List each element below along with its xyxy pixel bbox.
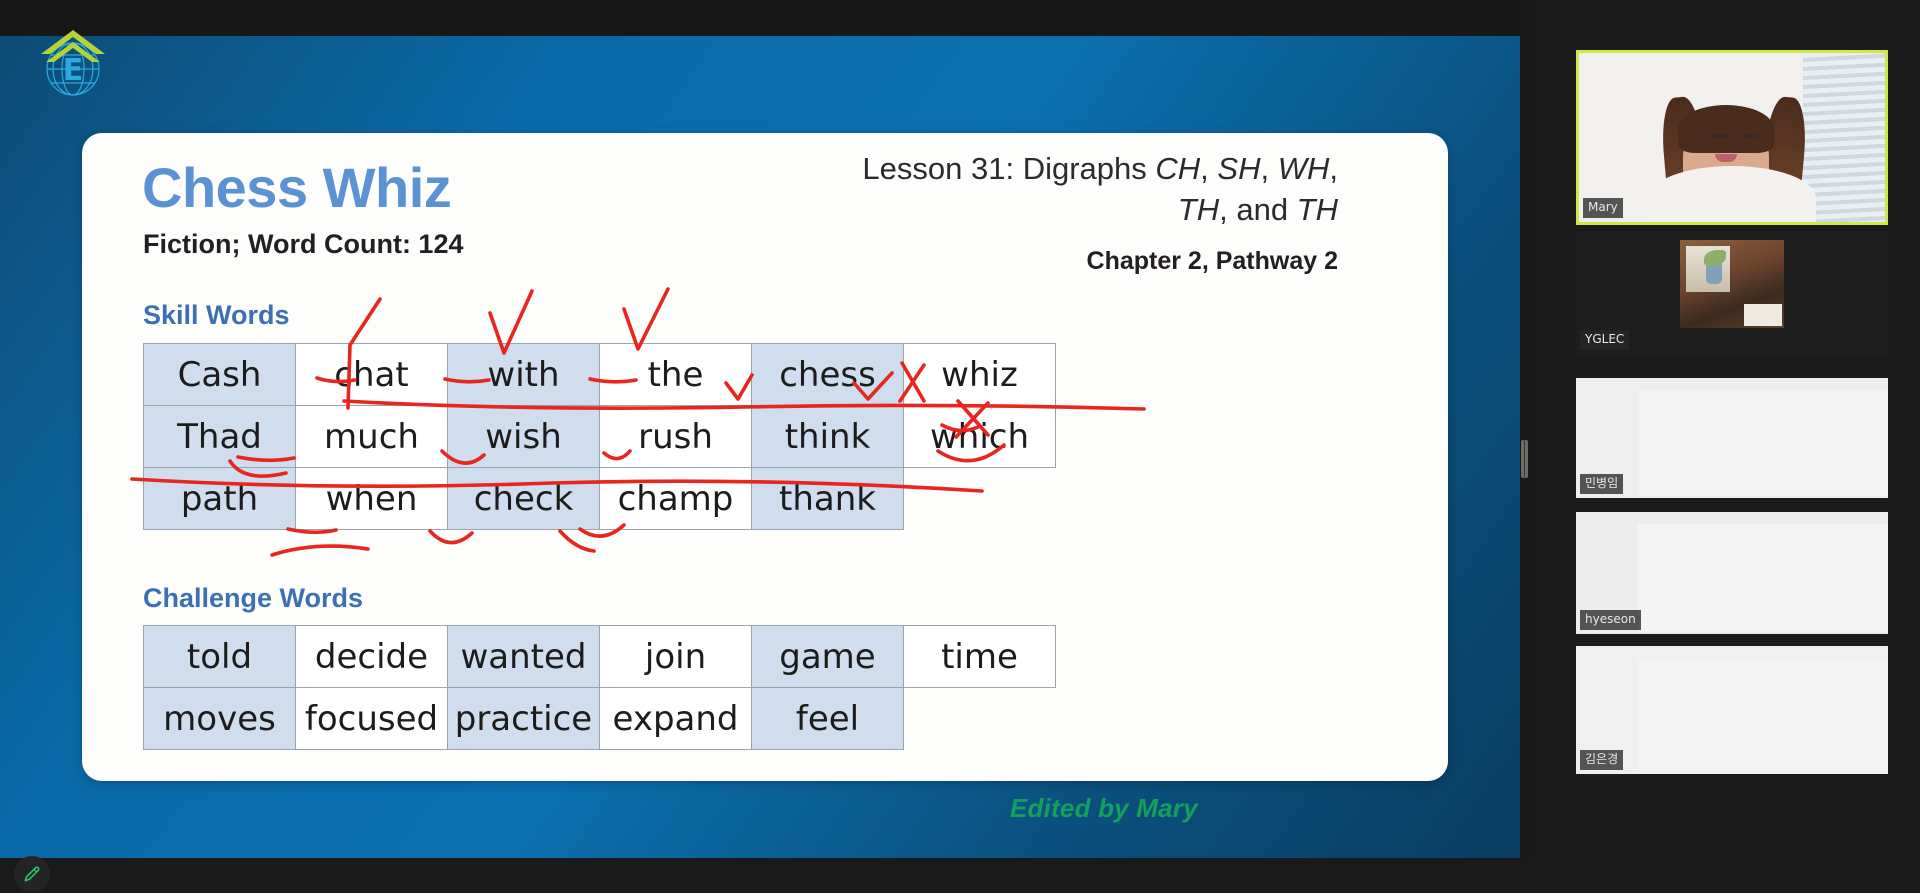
skill-word-cell-empty: [904, 468, 1056, 530]
skill-word-cell: rush: [599, 405, 752, 468]
skill-word-cell: the: [599, 343, 752, 406]
meeting-screen-share-window: E Chess Whiz Fiction; Word Count: 124 Le…: [0, 0, 1920, 893]
skill-word-cell: much: [295, 405, 448, 468]
avatar-thumbnail: [1680, 240, 1784, 328]
challenge-word-cell: wanted: [447, 625, 600, 688]
digraph-th-1: TH: [1177, 191, 1220, 227]
challenge-word-cell: expand: [599, 687, 752, 750]
lesson-comma-2: ,: [1260, 151, 1278, 186]
lesson-comma-3: ,: [1329, 151, 1338, 186]
slide-title: Chess Whiz: [142, 156, 452, 219]
skill-word-cell: with: [447, 343, 600, 406]
skill-word-row: Cash chat with the chess whiz: [143, 343, 1056, 406]
splitter-grip-handle[interactable]: [1521, 440, 1528, 478]
skill-word-cell: chat: [295, 343, 448, 406]
video-tile-kimeunkyung[interactable]: 김은경: [1576, 646, 1888, 774]
challenge-word-row: told decide wanted join game time: [143, 625, 1056, 688]
shared-document-view: [1638, 390, 1888, 496]
skill-word-cell: check: [447, 467, 600, 530]
digraph-wh: WH: [1277, 151, 1330, 186]
skill-word-cell: whiz: [903, 343, 1056, 406]
participant-name-label: 김은경: [1580, 750, 1624, 770]
skill-word-cell: chess: [751, 343, 904, 406]
skill-word-cell: Thad: [143, 405, 296, 468]
challenge-word-row: moves focused practice expand feel: [143, 687, 1056, 750]
skill-words-heading: Skill Words: [143, 300, 290, 330]
stage-top-bar: [0, 0, 1526, 36]
edited-by-credit: Edited by Mary: [1010, 793, 1198, 823]
video-tile-yglec[interactable]: YGLEC: [1576, 232, 1888, 354]
stage-sidebar-splitter[interactable]: [1520, 0, 1530, 858]
avatar-paper: [1744, 304, 1782, 326]
challenge-word-cell-empty: [904, 688, 1056, 750]
video-tile-minbyeongim[interactable]: 민병임: [1576, 378, 1888, 498]
lesson-and: , and: [1219, 191, 1297, 227]
skill-word-cell: think: [751, 405, 904, 468]
challenge-words-table: told decide wanted join game time moves focused…: [143, 625, 1056, 750]
lesson-prefix: Lesson 31: Digraphs: [862, 151, 1156, 186]
challenge-words-heading: Challenge Words: [143, 583, 364, 613]
participant-name-label: 민병임: [1580, 474, 1624, 494]
skill-word-row: Thad much wish rush think which: [143, 405, 1056, 468]
eye-left: [1710, 134, 1727, 139]
digraph-sh: SH: [1217, 151, 1261, 186]
participant-name-label: hyeseon: [1580, 610, 1641, 630]
eye-right: [1741, 134, 1758, 139]
digraph-ch: CH: [1155, 151, 1201, 186]
shared-content-stage: E Chess Whiz Fiction; Word Count: 124 Le…: [0, 0, 1526, 858]
challenge-word-cell: join: [599, 625, 752, 688]
skill-word-cell: which: [903, 405, 1056, 468]
skill-word-cell: when: [295, 467, 448, 530]
challenge-word-cell: game: [751, 625, 904, 688]
digraph-th-2: TH: [1296, 191, 1338, 227]
participant-name-label: YGLEC: [1580, 330, 1630, 350]
lesson-heading: Lesson 31: Digraphs CH, SH, WH, TH, and …: [838, 149, 1338, 230]
challenge-word-cell: time: [903, 625, 1056, 688]
lesson-comma-1: ,: [1200, 151, 1209, 186]
challenge-word-cell: decide: [295, 625, 448, 688]
svg-text:E: E: [63, 53, 84, 88]
participant-video-rail: Mary YGLEC 민병임 hyeseon 김은경: [1568, 0, 1920, 893]
challenge-word-cell: moves: [143, 687, 296, 750]
challenge-word-cell: practice: [447, 687, 600, 750]
challenge-word-cell: focused: [295, 687, 448, 750]
participant-name-label: Mary: [1583, 198, 1623, 218]
skill-word-cell: path: [143, 467, 296, 530]
pencil-icon: [24, 866, 40, 882]
chapter-pathway-line: Chapter 2, Pathway 2: [1086, 247, 1338, 275]
shared-document-view: [1638, 658, 1888, 772]
skill-words-table: Cash chat with the chess whiz Thad much wish rush…: [143, 343, 1056, 530]
hair-top: [1677, 105, 1774, 154]
shared-document-view: [1638, 524, 1888, 632]
challenge-word-cell: told: [143, 625, 296, 688]
challenge-word-cell: feel: [751, 687, 904, 750]
skill-word-cell: champ: [599, 467, 752, 530]
pen-tool-button[interactable]: [14, 856, 50, 892]
organization-logo: E: [32, 24, 114, 104]
skill-word-cell: Cash: [143, 343, 296, 406]
slide-subtitle: Fiction; Word Count: 124: [143, 229, 464, 259]
skill-word-cell: wish: [447, 405, 600, 468]
skill-word-cell: thank: [751, 467, 904, 530]
participant-shoulders: [1648, 166, 1816, 222]
video-tile-mary[interactable]: Mary: [1576, 50, 1888, 225]
video-tile-hyeseon[interactable]: hyeseon: [1576, 512, 1888, 634]
slide-card: Chess Whiz Fiction; Word Count: 124 Less…: [82, 133, 1448, 781]
skill-word-row: path when check champ thank: [143, 467, 1056, 530]
